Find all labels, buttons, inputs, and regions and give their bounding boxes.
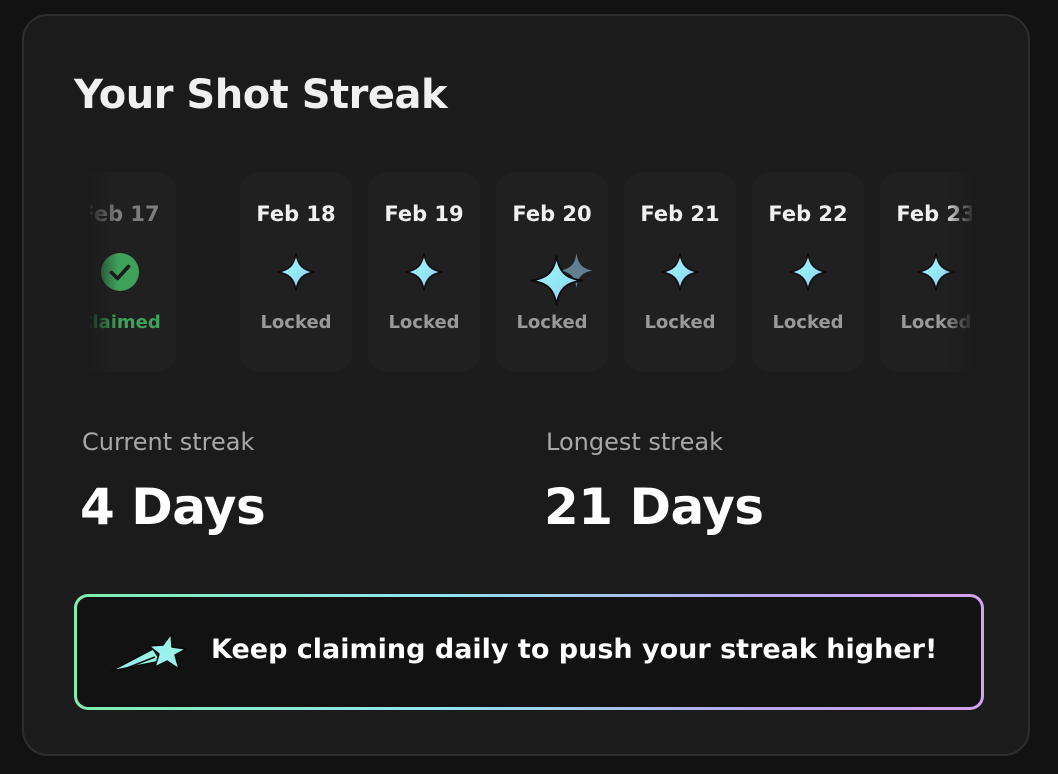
day-date: Feb 18 [256, 202, 336, 226]
day-status: Locked [900, 312, 972, 333]
day-tile-feb-23[interactable]: Feb 23 Locked [880, 172, 972, 372]
day-date: Feb 17 [90, 202, 160, 226]
day-status: Locked [644, 312, 716, 333]
day-tile-feb-22[interactable]: Feb 22 Locked [752, 172, 864, 372]
day-status: Locked [772, 312, 844, 333]
day-date: Feb 22 [768, 202, 848, 226]
day-date: Feb 23 [896, 202, 972, 226]
day-tile-feb-20[interactable]: Feb 20 Locked [496, 172, 608, 372]
card-title: Your Shot Streak [74, 72, 448, 118]
current-streak-label: Current streak [82, 428, 255, 456]
day-status: Locked [388, 312, 460, 333]
day-date: Feb 20 [512, 202, 592, 226]
day-status: Locked [516, 312, 588, 333]
day-tile-feb-21[interactable]: Feb 21 Locked [624, 172, 736, 372]
day-date: Feb 19 [384, 202, 464, 226]
streak-card: Your Shot Streak Feb 17 Claimed Feb 18 L… [22, 14, 1030, 756]
day-status: Locked [260, 312, 332, 333]
day-tile-feb-17[interactable]: Feb 17 Claimed [90, 172, 176, 372]
days-strip[interactable]: Feb 17 Claimed Feb 18 Locked Feb 19 Lock… [90, 172, 972, 372]
sparkle-icon [916, 252, 956, 292]
current-streak-value: 4 Days [80, 478, 266, 536]
day-date: Feb 21 [640, 202, 720, 226]
sparkle-icon [788, 252, 828, 292]
banner-body: Keep claiming daily to push your streak … [77, 597, 981, 707]
banner-message: Keep claiming daily to push your streak … [211, 634, 938, 665]
checkmark-icon [101, 253, 139, 291]
shooting-star-icon [110, 633, 187, 672]
longest-streak-label: Longest streak [546, 428, 724, 456]
day-status: Claimed [90, 312, 161, 333]
longest-streak-value: 21 Days [544, 478, 764, 536]
day-tile-feb-18[interactable]: Feb 18 Locked [240, 172, 352, 372]
sparkle-icon [276, 252, 316, 292]
day-tile-feb-19[interactable]: Feb 19 Locked [368, 172, 480, 372]
streak-tip-banner: Keep claiming daily to push your streak … [74, 594, 984, 710]
double-sparkle-icon [530, 253, 593, 306]
sparkle-icon [660, 252, 700, 292]
sparkle-icon [404, 252, 444, 292]
